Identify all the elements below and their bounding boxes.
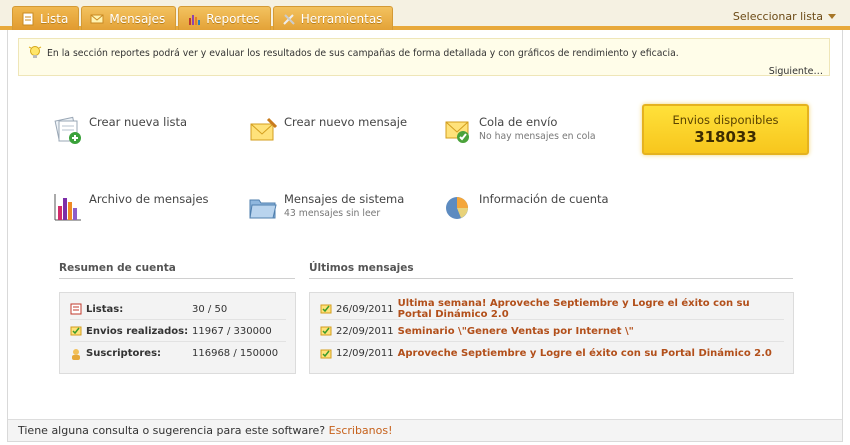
- bar-chart-icon: [189, 14, 201, 25]
- list-icon: [70, 303, 82, 315]
- messages-heading: Últimos mensajes: [309, 262, 793, 279]
- message-row[interactable]: 26/09/2011 Ultima semana! Aproveche Sept…: [320, 298, 784, 320]
- tab-label: Mensajes: [109, 11, 166, 26]
- summary-row-envios: Envios realizados: 11967 / 330000: [70, 321, 286, 342]
- queue-action[interactable]: Cola de envío No hay mensajes en cola: [443, 115, 596, 145]
- next-link[interactable]: Siguiente…: [769, 66, 823, 77]
- top-tab-bar: Lista Mensajes Reportes Herramientas Sel…: [0, 0, 850, 30]
- footer-bar: Tiene alguna consulta o sugerencia para …: [8, 419, 842, 441]
- message-row[interactable]: 22/09/2011 Seminario \"Genere Ventas por…: [320, 321, 784, 342]
- tab-label: Herramientas: [300, 11, 383, 26]
- main-frame: En la sección reportes podrá ver y evalu…: [7, 30, 843, 442]
- chevron-down-icon: [828, 14, 836, 19]
- info-bar: En la sección reportes podrá ver y evalu…: [18, 38, 830, 77]
- summary-panel: Listas: 30 / 50 Envios realizados: 11967…: [59, 292, 296, 374]
- envios-title: Envios disponibles: [672, 113, 779, 127]
- new-message-title: Crear nuevo mensaje: [284, 115, 408, 129]
- contact-link[interactable]: Escribanos!: [329, 424, 393, 437]
- new-message-action[interactable]: Crear nuevo mensaje: [248, 115, 407, 145]
- summary-row-suscriptores: Suscriptores: 116968 / 150000: [70, 343, 286, 364]
- pie-chart-icon: [446, 197, 468, 219]
- summary-row-listas: Listas: 30 / 50: [70, 299, 286, 320]
- summary-value: 11967 / 330000: [192, 325, 272, 337]
- envelope-icon: [90, 14, 104, 23]
- message-title-link[interactable]: Seminario \"Genere Ventas por Internet \…: [398, 326, 634, 337]
- select-list-dropdown[interactable]: Seleccionar lista: [733, 10, 836, 23]
- check-envelope-icon: [320, 349, 332, 358]
- archive-action[interactable]: Archivo de mensajes: [53, 192, 209, 222]
- message-title-link[interactable]: Aproveche Septiembre y Logre el éxito co…: [398, 348, 772, 359]
- message-date: 22/09/2011: [336, 325, 394, 337]
- system-messages-action[interactable]: Mensajes de sistema 43 mensajes sin leer: [248, 192, 404, 222]
- message-date: 26/09/2011: [336, 303, 394, 315]
- message-row[interactable]: 12/09/2011 Aproveche Septiembre y Logre …: [320, 343, 784, 364]
- account-info-action[interactable]: Información de cuenta: [443, 192, 609, 222]
- summary-label: Suscriptores:: [86, 348, 162, 359]
- tab-label: Reportes: [206, 11, 260, 26]
- lightbulb-icon: [28, 46, 42, 58]
- folder-icon: [249, 199, 277, 219]
- account-info-title: Información de cuenta: [479, 192, 609, 206]
- envios-value: 318033: [694, 128, 757, 146]
- message-date: 12/09/2011: [336, 348, 394, 359]
- select-list-label: Seleccionar lista: [732, 10, 823, 23]
- user-icon: [72, 348, 80, 360]
- summary-heading: Resumen de cuenta: [59, 262, 295, 279]
- new-list-title: Crear nueva lista: [89, 115, 188, 129]
- document-icon: [22, 12, 34, 25]
- check-envelope-icon: [320, 326, 332, 336]
- new-list-icon: [54, 116, 81, 144]
- check-envelope-icon: [70, 326, 82, 336]
- tab-herramientas[interactable]: Herramientas: [272, 6, 394, 30]
- tab-label: Lista: [40, 11, 69, 26]
- archive-chart-icon: [54, 194, 81, 221]
- message-title-link[interactable]: Ultima semana! Aproveche Septiembre y Lo…: [398, 298, 784, 320]
- summary-value: 30 / 50: [192, 303, 228, 315]
- main-tabs: Lista Mensajes Reportes Herramientas: [12, 6, 394, 30]
- tab-mensajes[interactable]: Mensajes: [81, 6, 177, 30]
- queue-subtitle: No hay mensajes en cola: [479, 131, 596, 142]
- send-queue-icon: [445, 121, 469, 143]
- tab-lista[interactable]: Lista: [12, 6, 80, 30]
- messages-panel: 26/09/2011 Ultima semana! Aproveche Sept…: [309, 292, 794, 374]
- info-text: En la sección reportes podrá ver y evalu…: [47, 48, 679, 59]
- summary-value: 116968 / 150000: [192, 348, 279, 359]
- archive-title: Archivo de mensajes: [89, 192, 209, 206]
- system-messages-title: Mensajes de sistema: [284, 192, 405, 206]
- tab-reportes[interactable]: Reportes: [178, 6, 271, 30]
- check-envelope-icon: [320, 304, 332, 314]
- tools-icon: [282, 13, 295, 25]
- system-messages-subtitle: 43 mensajes sin leer: [284, 208, 381, 219]
- footer-text: Tiene alguna consulta o sugerencia para …: [18, 424, 326, 437]
- summary-label: Listas:: [86, 303, 124, 315]
- new-message-icon: [250, 117, 278, 141]
- envios-disponibles-box: Envios disponibles 318033: [642, 104, 809, 155]
- new-list-action[interactable]: Crear nueva lista: [53, 115, 187, 145]
- queue-title: Cola de envío: [479, 115, 558, 129]
- summary-label: Envios realizados:: [86, 325, 189, 337]
